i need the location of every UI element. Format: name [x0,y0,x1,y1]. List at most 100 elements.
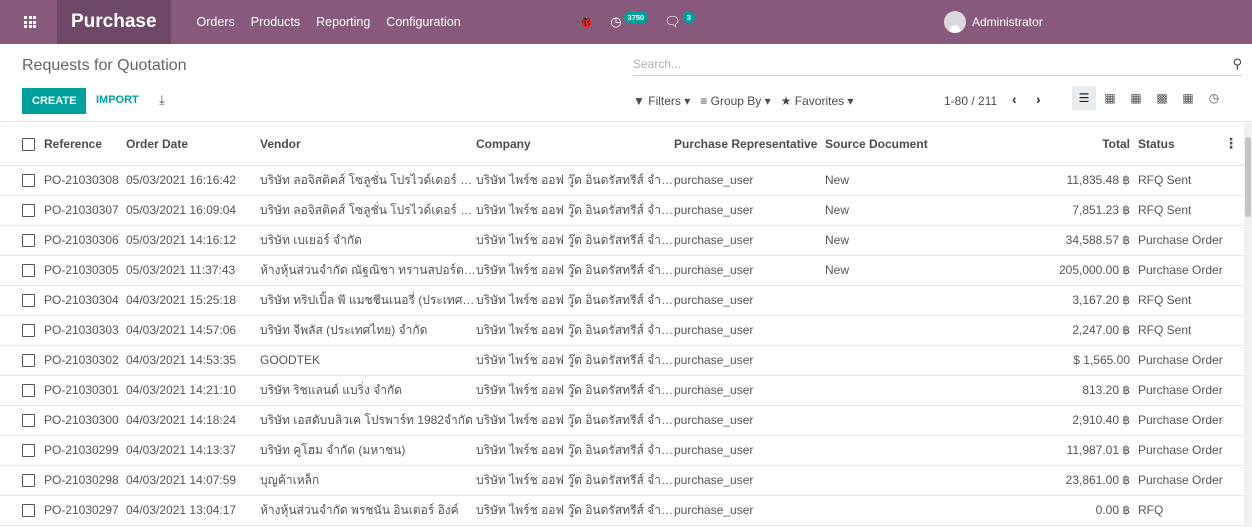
header-total[interactable]: Total [949,123,1134,166]
row-checkbox[interactable] [0,285,44,316]
activity-view-icon[interactable]: ◷ [1202,86,1226,110]
favorites-dropdown[interactable]: ★ Favorites ▾ [781,94,854,108]
row-checkbox[interactable] [0,195,44,226]
cell-status: Purchase Order [1134,405,1224,436]
pager-next-icon[interactable]: › [1036,91,1041,107]
row-checkbox[interactable] [0,165,44,196]
header-vendor[interactable]: Vendor [260,123,476,166]
row-spacer [1224,345,1244,376]
table-row[interactable]: PO-21030300 04/03/2021 14:18:24 บริษัท เอส… [0,405,1244,436]
breadcrumb: Requests for Quotation [22,57,187,74]
pivot-view-icon[interactable]: ▦ [1124,86,1148,110]
cell-reference: PO-21030308 [44,165,126,196]
menu-products[interactable]: Products [251,15,300,29]
search-options: ▼ Filters ▾ ≡ Group By ▾ ★ Favorites ▾ [633,94,863,108]
apps-menu-button[interactable] [0,0,60,44]
cell-order-date: 04/03/2021 14:18:24 [126,405,260,436]
graph-view-icon[interactable]: ▩ [1150,86,1174,110]
table-row[interactable]: PO-21030305 05/03/2021 11:37:43 ห้างหุ้นส่… [0,255,1244,286]
cell-reference: PO-21030298 [44,465,126,496]
search-bar: ⚲ [633,54,1242,76]
app-name[interactable]: Purchase [57,0,171,44]
table-row[interactable]: PO-21030299 04/03/2021 14:13:37 บริษัท คูโ… [0,435,1244,466]
cell-total: 23,861.00 ฿ [949,465,1134,496]
debug-bug-icon[interactable]: 🐞 [578,14,594,30]
row-checkbox[interactable] [0,405,44,436]
import-button[interactable]: IMPORT [96,94,139,106]
calendar-view-icon[interactable]: ▦ [1176,86,1200,110]
user-name: Administrator [972,15,1043,29]
column-options-icon[interactable]: ⋮ [1224,123,1244,166]
pager-previous-icon[interactable]: ‹ [1012,91,1017,107]
table-row[interactable]: PO-21030302 04/03/2021 14:53:35 GOODTEK บริ… [0,345,1244,376]
cell-total: 3,167.20 ฿ [949,285,1134,316]
header-reference[interactable]: Reference [44,123,126,166]
cell-representative: purchase_user [674,315,825,346]
menu-reporting[interactable]: Reporting [316,15,370,29]
cell-order-date: 05/03/2021 16:16:42 [126,165,260,196]
header-order-date[interactable]: Order Date [126,123,260,166]
menu-orders[interactable]: Orders [197,15,235,29]
apps-grid-icon [24,16,36,28]
row-spacer [1224,195,1244,226]
row-checkbox[interactable] [0,495,44,526]
row-checkbox[interactable] [0,345,44,376]
cell-total: 813.20 ฿ [949,375,1134,406]
row-checkbox[interactable] [0,255,44,286]
header-status[interactable]: Status [1134,123,1224,166]
cell-reference: PO-21030305 [44,255,126,286]
cell-vendor: บริษัท เอสดับบลิวเค โปรพาร์ท 1982จำกัด [260,405,476,436]
messages-chat-icon[interactable]: 🗨 3 [664,11,695,30]
cell-source [825,495,949,526]
header-company[interactable]: Company [476,123,674,166]
rfq-table: Reference Order Date Vendor Company Purc… [0,123,1244,526]
row-spacer [1224,465,1244,496]
table-row[interactable]: PO-21030298 04/03/2021 14:07:59 บุญค้าเหล็… [0,465,1244,496]
table-row[interactable]: PO-21030306 05/03/2021 14:16:12 บริษัท เบเ… [0,225,1244,256]
cell-reference: PO-21030307 [44,195,126,226]
cell-total: $ 1,565.00 [949,345,1134,376]
group-by-dropdown[interactable]: ≡ Group By ▾ [700,94,770,108]
cell-representative: purchase_user [674,225,825,256]
cell-representative: purchase_user [674,195,825,226]
table-row[interactable]: PO-21030308 05/03/2021 16:16:42 บริษัท ลอจ… [0,165,1244,196]
cell-total: 2,910.40 ฿ [949,405,1134,436]
table-row[interactable]: PO-21030297 04/03/2021 13:04:17 ห้างหุ้นส่… [0,495,1244,526]
create-button[interactable]: CREATE [22,88,87,114]
cell-representative: purchase_user [674,285,825,316]
table-row[interactable]: PO-21030303 04/03/2021 14:57:06 บริษัท จีพ… [0,315,1244,346]
list-scrollbar[interactable] [1244,123,1252,527]
row-checkbox[interactable] [0,465,44,496]
header-source-document[interactable]: Source Document [825,123,949,166]
kanban-view-icon[interactable]: ▦ [1098,86,1122,110]
cell-company: บริษัท ไพร์ช ออฟ วู๊ด อินดรัสทรีส์ จำกัด [476,375,674,406]
table-row[interactable]: PO-21030307 05/03/2021 16:09:04 บริษัท ลอจ… [0,195,1244,226]
user-menu[interactable]: Administrator [944,0,1043,44]
table-row[interactable]: PO-21030301 04/03/2021 14:21:10 บริษัท ริช… [0,375,1244,406]
row-checkbox[interactable] [0,375,44,406]
search-icon[interactable]: ⚲ [1232,56,1242,72]
cell-vendor: บริษัท คูโฮม จำกัด (มหาชน) [260,435,476,466]
cell-source [825,435,949,466]
cell-vendor: GOODTEK [260,345,476,376]
menu-configuration[interactable]: Configuration [386,15,460,29]
cell-status: Purchase Order [1134,225,1224,256]
list-view-icon[interactable]: ☰ [1072,86,1096,110]
cell-reference: PO-21030299 [44,435,126,466]
filters-dropdown[interactable]: ▼ Filters ▾ [633,94,690,108]
search-input[interactable] [633,54,1213,74]
row-checkbox[interactable] [0,225,44,256]
cell-company: บริษัท ไพร์ช ออฟ วู๊ด อินดรัสทรีส์ จำกัด [476,285,674,316]
cell-company: บริษัท ไพร์ช ออฟ วู๊ด อินดรัสทรีส์ จำกัด [476,495,674,526]
download-icon[interactable]: ⤓ [159,92,165,108]
header-representative[interactable]: Purchase Representative [674,123,825,166]
row-checkbox[interactable] [0,315,44,346]
pager-value[interactable]: 1-80 / 211 [944,94,997,108]
table-row[interactable]: PO-21030304 04/03/2021 15:25:18 บริษัท ทริ… [0,285,1244,316]
select-all-checkbox[interactable] [0,123,44,166]
activity-clock-icon[interactable]: ◷ 3750 [610,11,649,30]
cell-reference: PO-21030297 [44,495,126,526]
row-checkbox[interactable] [0,435,44,466]
cell-vendor: บริษัท ริชแลนด์ แบริ่ง จำกัด [260,375,476,406]
cell-order-date: 04/03/2021 14:53:35 [126,345,260,376]
